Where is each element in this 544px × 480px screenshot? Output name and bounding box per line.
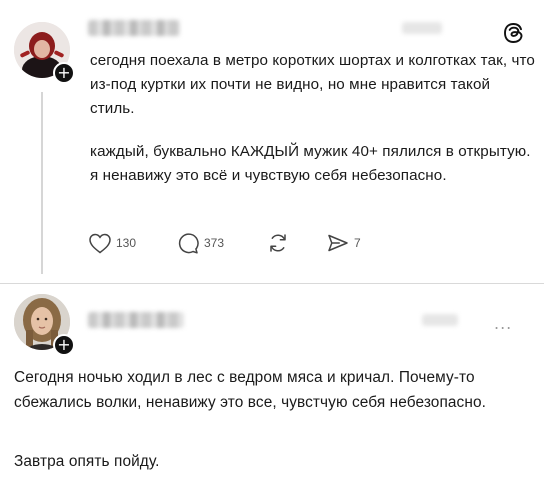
send-icon bbox=[328, 234, 348, 252]
username-blurred bbox=[88, 312, 184, 328]
share-button[interactable]: 7 bbox=[326, 228, 361, 258]
comment-count: 373 bbox=[204, 236, 225, 250]
more-options-icon[interactable]: ... bbox=[494, 314, 512, 333]
comment-button[interactable]: 373 bbox=[176, 228, 224, 258]
threads-logo-icon bbox=[504, 23, 523, 43]
timestamp-blurred bbox=[422, 314, 458, 326]
like-button[interactable]: 130 bbox=[88, 228, 136, 258]
repost-button[interactable] bbox=[266, 228, 290, 258]
timestamp-blurred bbox=[402, 22, 442, 34]
post-actions: 130 373 7 bbox=[88, 228, 408, 258]
follow-plus-badge[interactable]: + bbox=[53, 334, 75, 356]
repost-icon bbox=[270, 234, 286, 252]
thread-line bbox=[41, 92, 43, 274]
post-original: + сегодня поехала в метро коротких шорта… bbox=[0, 0, 544, 283]
share-count: 7 bbox=[354, 236, 361, 250]
username-blurred bbox=[88, 20, 180, 36]
like-count: 130 bbox=[116, 236, 137, 250]
reply-text-paragraph-2: Завтра опять пойду. bbox=[14, 453, 160, 470]
comment-bubble-icon bbox=[178, 233, 199, 254]
post-text-paragraph-2: каждый, буквально КАЖДЫЙ мужик 40+ пялил… bbox=[90, 143, 531, 184]
reply-text-paragraph-1: Сегодня ночью ходил в лес с ведром мяса … bbox=[14, 369, 486, 411]
follow-plus-badge[interactable]: + bbox=[53, 62, 75, 84]
post-text-paragraph-1: сегодня поехала в метро коротких шортах … bbox=[90, 52, 535, 117]
heart-icon bbox=[89, 233, 111, 254]
